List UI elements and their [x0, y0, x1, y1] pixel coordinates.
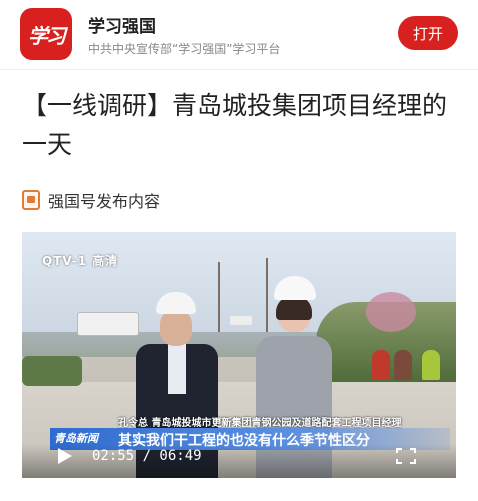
app-subtitle: 中共中央宣传部“学习强国”学习平台	[88, 42, 281, 56]
open-app-button[interactable]: 打开	[398, 16, 458, 50]
video-scene-blossom	[366, 292, 416, 332]
source-label: 强国号发布内容	[48, 192, 161, 211]
fullscreen-icon[interactable]	[396, 448, 416, 464]
play-icon[interactable]	[58, 448, 72, 464]
article-source: 强国号发布内容	[22, 188, 160, 212]
article-title: 【一线调研】青岛城投集团项目经理的一天	[22, 91, 448, 159]
app-logo[interactable]: 学习	[20, 8, 72, 60]
app-banner: 学习 学习强国 中共中央宣传部“学习强国”学习平台 打开	[0, 0, 478, 70]
video-scene-car	[230, 316, 252, 325]
video-scene-bushes	[22, 356, 82, 386]
video-scene-van	[77, 312, 139, 336]
app-logo-text: 学习	[28, 23, 66, 48]
caption-person-name: 孔令总 青岛城投城市更新集团青钢公园及道路配套工程项目经理	[118, 418, 402, 429]
video-player[interactable]: QTV-1 高清 孔令总 青岛城投城市更新集团青钢公园及道路配套工程项目经理 青…	[22, 232, 456, 478]
app-name: 学习强国	[88, 17, 156, 37]
tv-channel-logo: QTV-1 高清	[42, 254, 119, 268]
source-badge-icon	[22, 190, 40, 210]
video-time: 02:55 / 06:49	[92, 448, 202, 464]
video-scene-workers	[370, 340, 450, 380]
video-controls: 02:55 / 06:49	[22, 444, 456, 478]
